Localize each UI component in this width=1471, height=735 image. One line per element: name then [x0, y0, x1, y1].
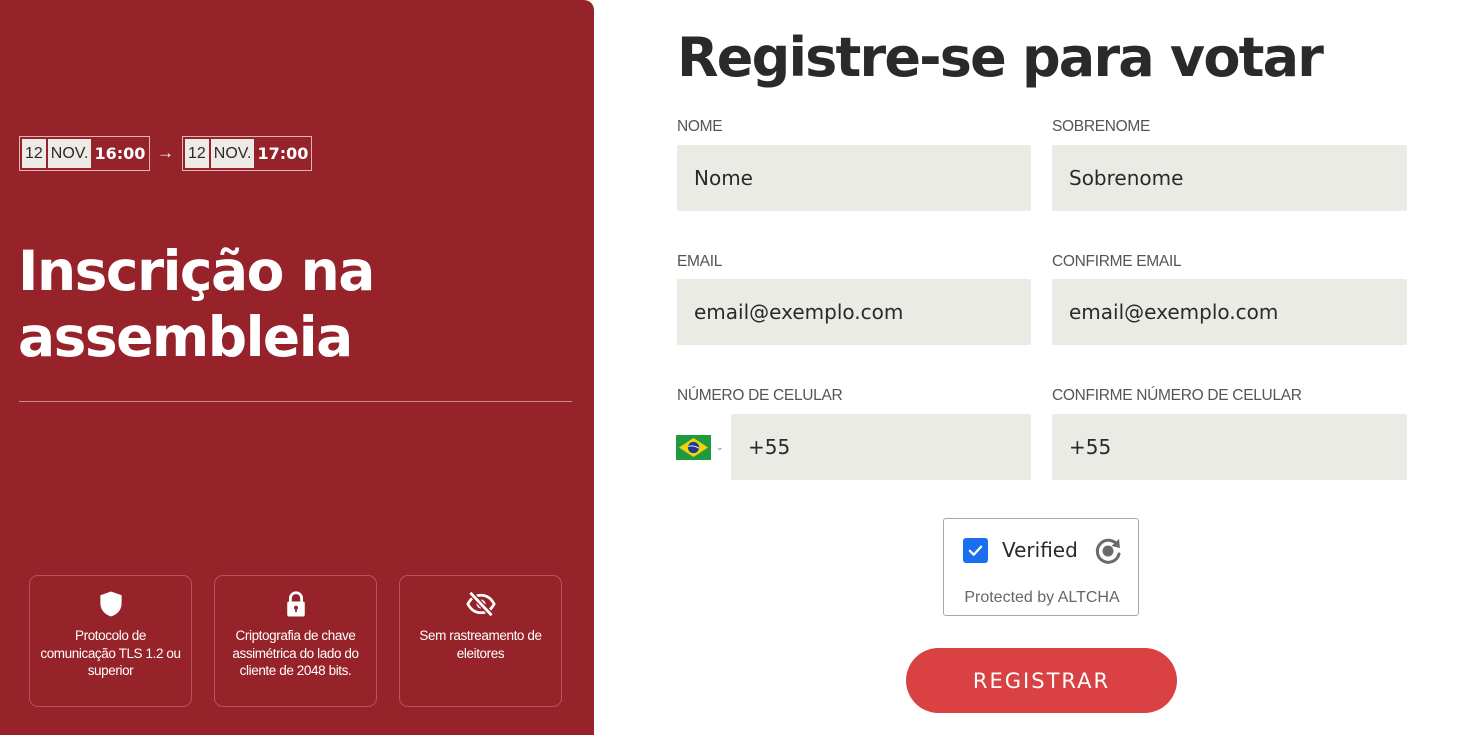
captcha-checkbox[interactable] — [963, 538, 988, 563]
feature-card-no-tracking: Sem rastreamento de eleitores — [399, 575, 562, 707]
end-date-box: 12 NOV. 17:00 — [182, 136, 312, 171]
end-day: 12 — [185, 139, 209, 168]
email-input[interactable] — [677, 279, 1031, 345]
start-date-box: 12 NOV. 16:00 — [19, 136, 150, 171]
event-title-line2: assembleia — [18, 305, 353, 369]
chevron-down-icon: ⌄ — [716, 441, 724, 452]
check-icon — [968, 545, 983, 556]
refresh-icon — [1095, 538, 1121, 564]
confirm-phone-label: CONFIRME NÚMERO DE CELULAR — [1052, 387, 1302, 404]
country-code-select[interactable]: ⌄ — [676, 433, 728, 461]
event-info-panel: 12 NOV. 16:00 → 12 NOV. 17:00 Inscrição … — [0, 0, 594, 735]
feature-text: Criptografia de chave assimétrica do lad… — [232, 628, 359, 678]
start-month: NOV. — [47, 139, 92, 168]
feature-text: Protocolo de comunicação TLS 1.2 ou supe… — [40, 628, 181, 678]
start-time: 16:00 — [94, 144, 146, 163]
event-title: Inscrição na assembleia — [18, 238, 578, 370]
altcha-captcha: Verified Protected by ALTCHA — [943, 518, 1139, 616]
eye-off-icon — [465, 590, 496, 618]
lock-icon — [286, 591, 305, 617]
last-name-input[interactable] — [1052, 145, 1407, 211]
arrow-right-icon: → — [157, 143, 174, 162]
feature-card-tls: Protocolo de comunicação TLS 1.2 ou supe… — [29, 575, 192, 707]
end-month: NOV. — [210, 139, 255, 168]
end-time: 17:00 — [257, 144, 309, 163]
confirm-email-label: CONFIRME EMAIL — [1052, 253, 1182, 270]
first-name-label: NOME — [677, 118, 723, 135]
brazil-flag-icon — [676, 434, 711, 460]
email-label: EMAIL — [677, 253, 723, 270]
confirm-email-input[interactable] — [1052, 279, 1407, 345]
start-day: 12 — [22, 139, 46, 168]
form-title: Registre-se para votar — [677, 26, 1324, 89]
first-name-input[interactable] — [677, 145, 1031, 211]
shield-icon — [99, 591, 122, 617]
feature-card-encryption: Criptografia de chave assimétrica do lad… — [214, 575, 377, 707]
phone-label: NÚMERO DE CELULAR — [677, 387, 843, 404]
phone-input[interactable] — [731, 414, 1031, 480]
last-name-label: SOBRENOME — [1052, 118, 1151, 135]
feature-text: Sem rastreamento de eleitores — [419, 628, 542, 661]
event-title-line1: Inscrição na — [18, 239, 375, 303]
confirm-phone-input[interactable] — [1052, 414, 1407, 480]
captcha-footer: Protected by ALTCHA — [964, 589, 1120, 606]
register-button[interactable]: REGISTRAR — [906, 648, 1177, 713]
divider — [19, 401, 572, 402]
captcha-status: Verified — [1002, 538, 1078, 562]
